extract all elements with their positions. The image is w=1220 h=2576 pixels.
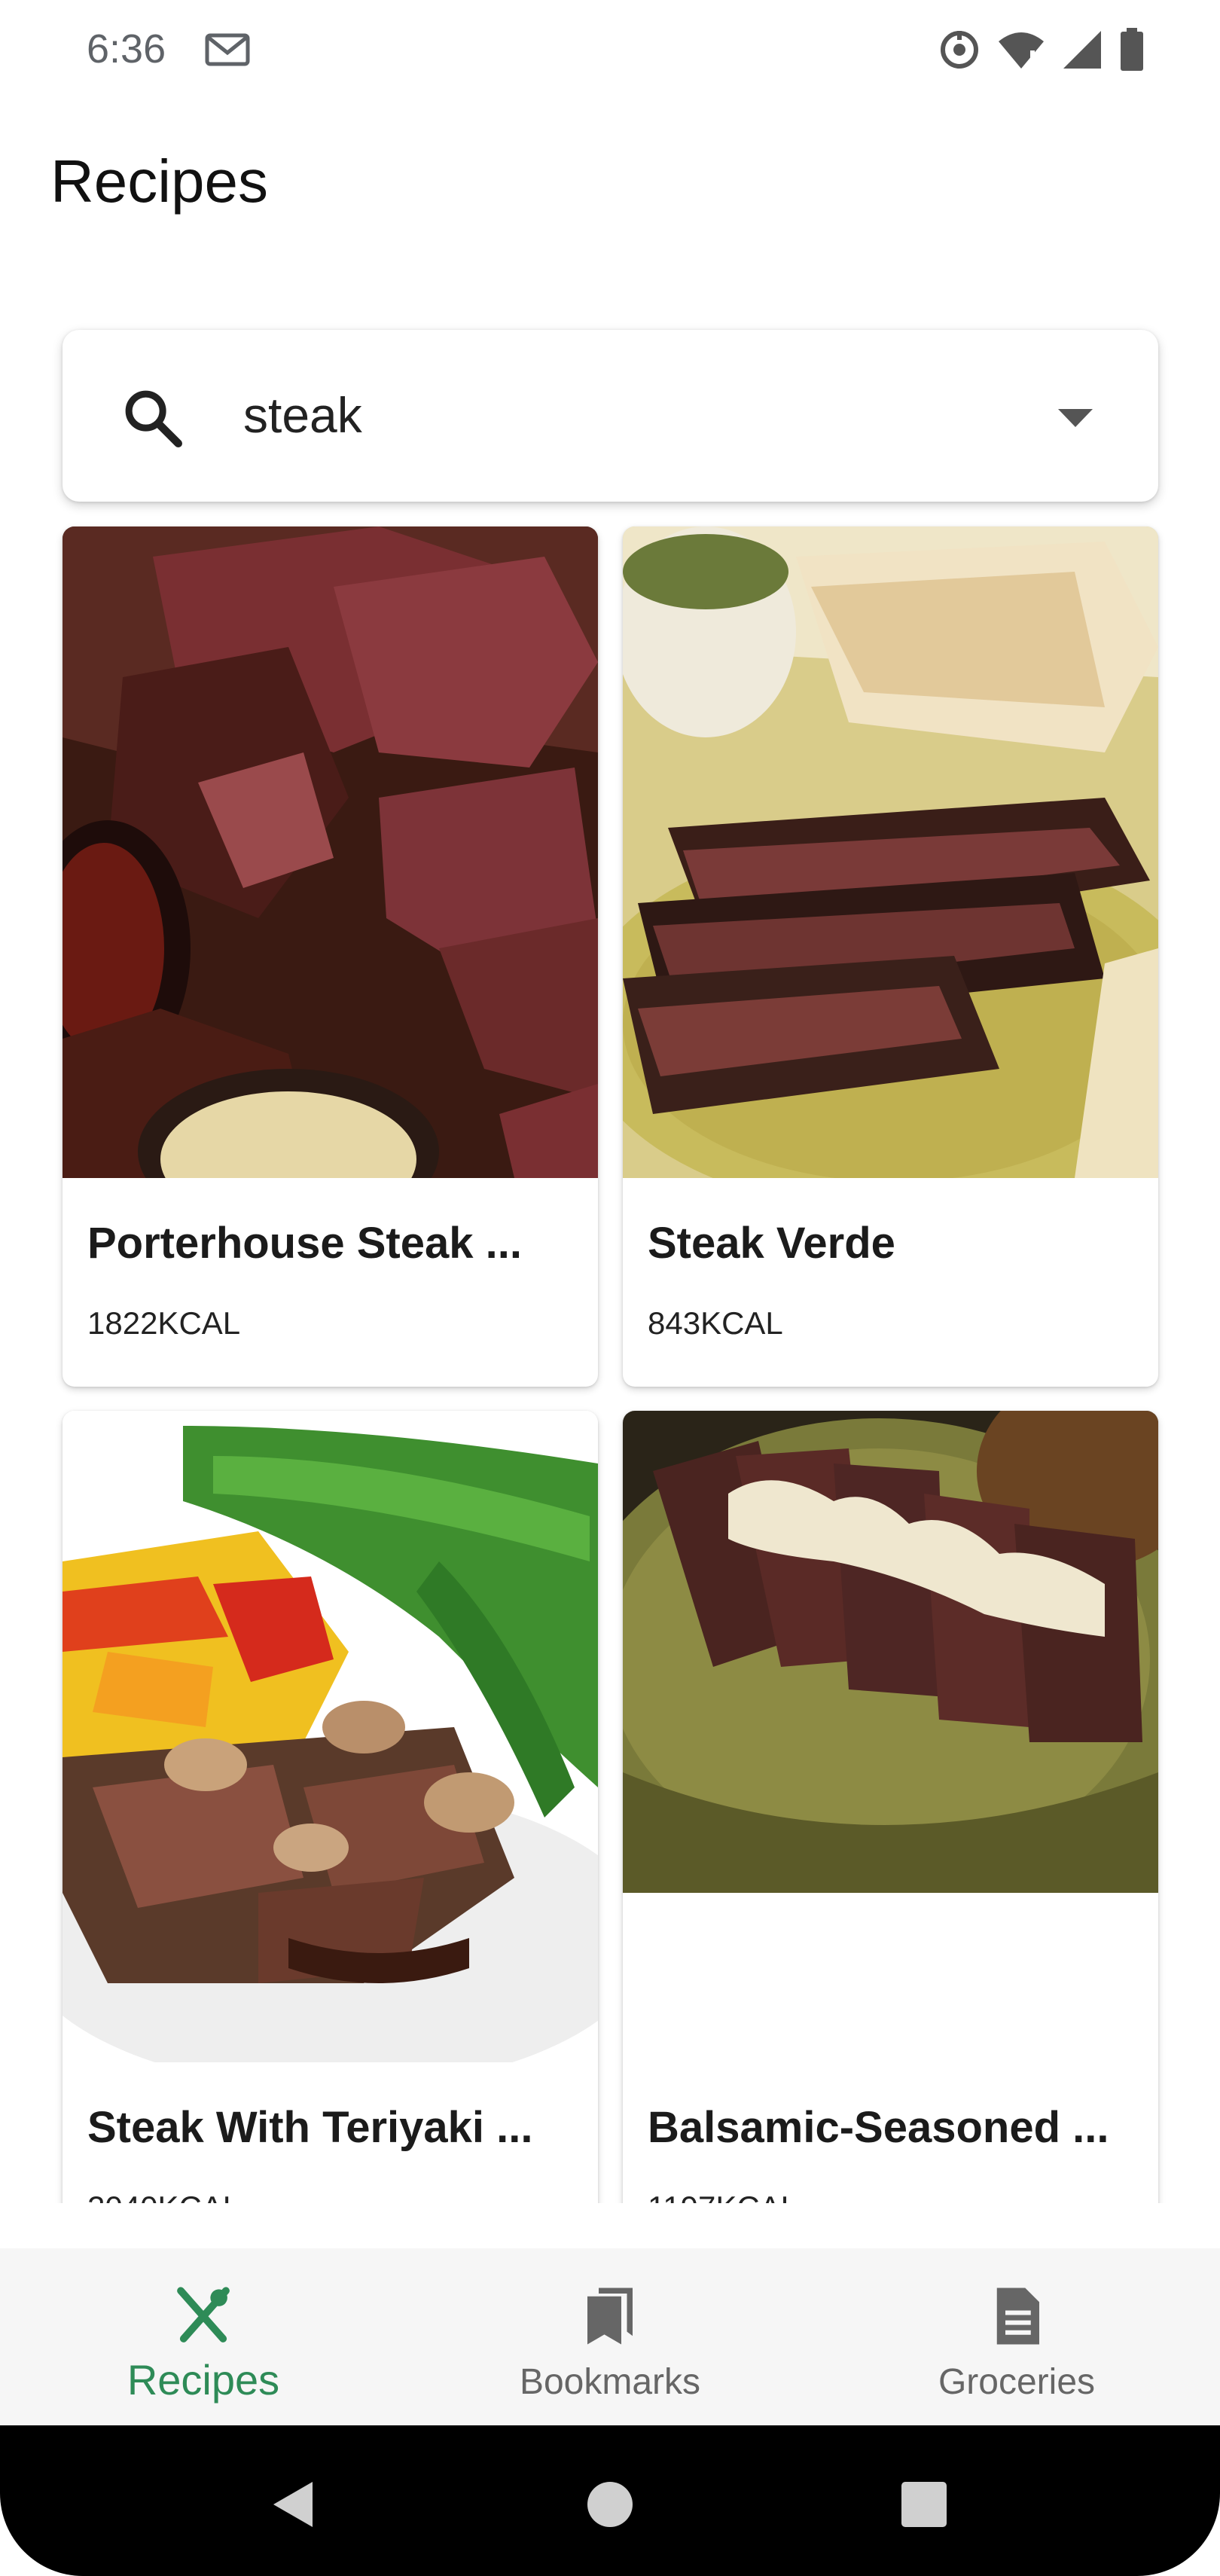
recipe-title: Steak With Teriyaki ...	[87, 2103, 533, 2152]
recipe-calories: 843KCAL	[648, 1305, 783, 1341]
balsamic-steak-photo	[623, 1411, 1158, 1893]
recipe-calories: 1197KCAL	[648, 2190, 798, 2203]
status-bar: 6:36	[0, 0, 1220, 98]
sync-icon	[941, 31, 978, 69]
bottom-navigation: Recipes Bookmarks Groceries	[0, 2248, 1220, 2425]
recipe-title: Porterhouse Steak ...	[87, 1219, 522, 1268]
arrow-drop-down-icon[interactable]	[1049, 401, 1102, 435]
recipe-card[interactable]: Porterhouse Steak ... 1822KCAL	[63, 526, 598, 1387]
steak-teriyaki-photo	[63, 1411, 598, 2062]
recents-icon[interactable]	[883, 2463, 965, 2546]
fork-knife-icon	[177, 2287, 230, 2343]
search-icon[interactable]	[119, 384, 187, 452]
back-icon[interactable]	[252, 2463, 335, 2546]
signal-icon	[1063, 31, 1101, 69]
recipe-calories: 2040KCAL	[87, 2190, 240, 2203]
recipe-grid[interactable]: Porterhouse Steak ... 1822KCAL Steak Ver…	[0, 520, 1220, 2203]
search-input[interactable]	[243, 374, 996, 456]
recipe-card[interactable]: Balsamic-Seasoned ... 1197KCAL	[623, 1411, 1158, 2203]
home-icon[interactable]	[569, 2463, 651, 2546]
system-navigation-bar	[0, 2425, 1220, 2576]
status-icons	[938, 27, 1145, 72]
document-list-icon	[996, 2288, 1039, 2345]
recipe-card[interactable]: Steak Verde 843KCAL	[623, 526, 1158, 1387]
recipe-title: Steak Verde	[648, 1219, 895, 1268]
bookmarks-icon	[587, 2288, 633, 2345]
nav-label-groceries: Groceries	[938, 2362, 1096, 2402]
wifi-icon	[999, 32, 1044, 69]
nav-item-recipes[interactable]: Recipes	[0, 2248, 407, 2425]
page-title: Recipes	[50, 148, 269, 215]
status-time: 6:36	[87, 26, 166, 72]
battery-icon	[1121, 28, 1143, 71]
porterhouse-steak-photo	[63, 526, 598, 1178]
recipe-card[interactable]: Steak With Teriyaki ... 2040KCAL	[63, 1411, 598, 2203]
search-bar[interactable]	[63, 330, 1158, 502]
recipe-title: Balsamic-Seasoned ...	[648, 2103, 1109, 2152]
nav-item-groceries[interactable]: Groceries	[813, 2248, 1220, 2425]
nav-label-bookmarks: Bookmarks	[519, 2362, 701, 2402]
nav-label-recipes: Recipes	[127, 2356, 280, 2404]
recipe-calories: 1822KCAL	[87, 1305, 241, 1341]
steak-verde-photo	[623, 526, 1158, 1178]
gmail-icon	[205, 33, 250, 66]
nav-item-bookmarks[interactable]: Bookmarks	[407, 2248, 813, 2425]
